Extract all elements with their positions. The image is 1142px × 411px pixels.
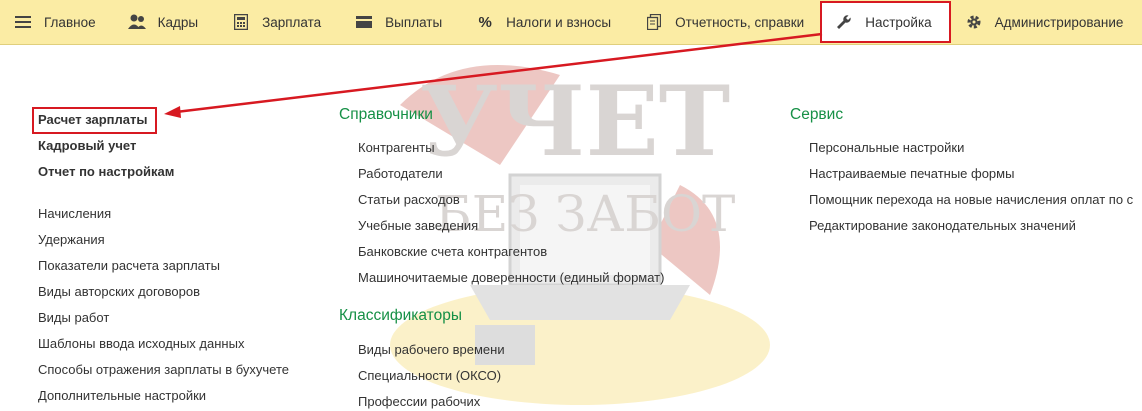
link-worker-professions[interactable]: Профессии рабочих (358, 389, 664, 411)
section-title-service: Сервис (790, 106, 844, 123)
link-settings-report[interactable]: Отчет по настройкам (38, 159, 289, 185)
menu-item-label: Выплаты (385, 14, 443, 30)
menu-item-settings[interactable]: Настройка (820, 1, 951, 43)
link-additional-settings[interactable]: Дополнительные настройки (38, 383, 289, 409)
link-deductions[interactable]: Удержания (38, 227, 289, 253)
link-work-time-types[interactable]: Виды рабочего времени (358, 337, 664, 363)
link-machine-readable-poa[interactable]: Машиночитаемые доверенности (единый форм… (358, 265, 664, 291)
link-counterparty-bank-accounts[interactable]: Банковские счета контрагентов (358, 239, 664, 265)
link-salary-indicators[interactable]: Показатели расчета зарплаты (38, 253, 289, 279)
menu-item-main[interactable]: Главное (14, 0, 96, 45)
link-author-contract-types[interactable]: Виды авторских договоров (38, 279, 289, 305)
menu-item-label: Кадры (157, 14, 199, 30)
section-title-directories: Справочники (339, 106, 433, 123)
menu-item-label: Налоги и взносы (506, 14, 612, 30)
link-hr-accounting[interactable]: Кадровый учет (38, 133, 289, 159)
gear-icon (965, 13, 983, 31)
menu-item-reports[interactable]: Отчетность, справки (645, 0, 804, 45)
menu-item-taxes[interactable]: % Налоги и взносы (476, 0, 612, 45)
link-counterparties[interactable]: Контрагенты (358, 135, 664, 161)
menu-item-admin[interactable]: Администрирование (965, 0, 1124, 45)
menu-item-label: Отчетность, справки (675, 14, 805, 30)
top-menu-bar: Главное Кадры Зарплата Выплаты % Налоги … (0, 0, 1142, 45)
menu-item-label: Зарплата (262, 14, 322, 30)
link-employers[interactable]: Работодатели (358, 161, 664, 187)
highlight-salary-calculation (32, 107, 157, 134)
wrench-icon (835, 13, 853, 31)
percent-icon: % (478, 13, 492, 31)
menu-item-payments[interactable]: Выплаты (355, 0, 442, 45)
settings-left-column: Расчет зарплаты Кадровый учет Отчет по н… (38, 107, 289, 409)
link-specialties-okso[interactable]: Специальности (ОКСО) (358, 363, 664, 389)
documents-icon (645, 13, 663, 31)
link-accruals[interactable]: Начисления (38, 201, 289, 227)
link-expense-items[interactable]: Статьи расходов (358, 187, 664, 213)
link-new-accruals-assistant[interactable]: Помощник перехода на новые начисления оп… (809, 187, 1133, 213)
calculator-icon (232, 13, 250, 31)
menu-item-label: Администрирование (994, 14, 1124, 30)
settings-middle-column: Справочники Контрагенты Работодатели Ста… (339, 102, 664, 411)
link-educational-institutions[interactable]: Учебные заведения (358, 213, 664, 239)
menu-item-label: Настройка (865, 14, 932, 30)
classifiers-list: Виды рабочего времени Специальности (ОКС… (339, 329, 664, 411)
link-work-types[interactable]: Виды работ (38, 305, 289, 331)
menu-item-label: Главное (44, 14, 96, 30)
link-input-templates[interactable]: Шаблоны ввода исходных данных (38, 331, 289, 357)
link-edit-legal-values[interactable]: Редактирование законодательных значений (809, 213, 1133, 239)
people-icon (127, 13, 146, 31)
menu-item-salary[interactable]: Зарплата (232, 0, 321, 45)
wallet-icon (355, 13, 373, 31)
settings-right-column: Сервис Персональные настройки Настраивае… (790, 102, 1133, 239)
hamburger-icon (14, 13, 32, 31)
link-custom-print-forms[interactable]: Настраиваемые печатные формы (809, 161, 1133, 187)
section-title-classifiers: Классификаторы (339, 307, 462, 324)
link-personal-settings[interactable]: Персональные настройки (809, 135, 1133, 161)
menu-item-staff[interactable]: Кадры (127, 0, 199, 45)
service-list: Персональные настройки Настраиваемые печ… (790, 128, 1133, 239)
directories-list: Контрагенты Работодатели Статьи расходов… (339, 128, 664, 291)
link-salary-accounting-methods[interactable]: Способы отражения зарплаты в бухучете (38, 357, 289, 383)
